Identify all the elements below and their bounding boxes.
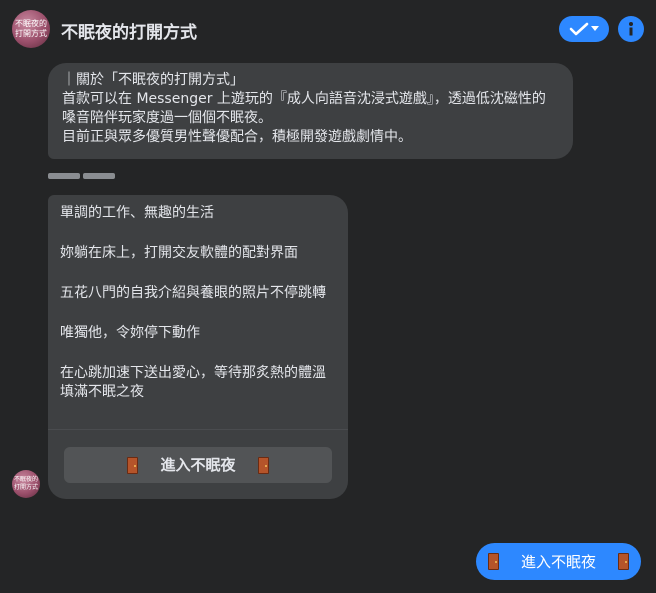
avatar-text-line1: 不眠夜的 xyxy=(13,476,38,483)
intro-message: ｜關於「不眠夜的打開方式」 首款可以在 Messenger 上遊玩的『成人向語音… xyxy=(48,63,573,159)
enter-button-label: 進入不眠夜 xyxy=(160,455,236,474)
sent-message-label: 進入不眠夜 xyxy=(520,553,596,571)
door-icon xyxy=(257,456,269,474)
avatar-text-line2: 打開方式 xyxy=(13,484,38,491)
avatar-text-line1: 不眠夜的 xyxy=(15,19,47,28)
info-icon xyxy=(629,22,633,36)
story-message: 單調的工作、無趣的生活 妳躺在床上，打開交友軟體的配對界面 五花八門的自我介紹與… xyxy=(48,195,348,499)
story-paragraph: 單調的工作、無趣的生活 xyxy=(60,205,214,221)
sent-message: 進入不眠夜 xyxy=(476,543,641,580)
page-title[interactable]: 不眠夜的打開方式 xyxy=(61,18,197,43)
divider xyxy=(48,429,348,430)
sender-avatar[interactable]: 不眠夜的 打開方式 xyxy=(12,470,40,498)
story-paragraph: 唯獨他，令妳停下動作 xyxy=(60,325,200,341)
intro-line2: 首款可以在 Messenger 上遊玩的『成人向語音沈浸式遊戲』，透過低沈磁性的… xyxy=(62,91,546,126)
story-paragraph: 五花八門的自我介紹與養眼的照片不停跳轉 xyxy=(60,285,326,301)
chat-header: 不眠夜的 打開方式 不眠夜的打開方式 xyxy=(0,0,656,58)
door-icon xyxy=(127,456,139,474)
story-paragraph: 在心跳加速下送出愛心，等待那炙熱的體溫填滿不眠之夜 xyxy=(60,365,326,400)
avatar-text-line2: 打開方式 xyxy=(15,29,47,38)
check-icon xyxy=(569,22,589,36)
story-text: 單調的工作、無趣的生活 妳躺在床上，打開交友軟體的配對界面 五花八門的自我介紹與… xyxy=(60,204,336,438)
intro-line3: 目前正與眾多優質男性聲優配合，積極開發遊戲劇情中。 xyxy=(62,129,412,145)
door-icon xyxy=(487,553,499,570)
door-icon xyxy=(618,553,629,570)
enter-button[interactable]: 進入不眠夜 xyxy=(64,447,332,483)
image-placeholder-bar xyxy=(83,173,115,179)
info-button[interactable] xyxy=(618,16,644,42)
story-paragraph: 妳躺在床上，打開交友軟體的配對界面 xyxy=(60,245,298,261)
chevron-down-icon xyxy=(591,26,599,31)
page-avatar[interactable]: 不眠夜的 打開方式 xyxy=(12,10,50,48)
image-placeholder xyxy=(48,173,115,179)
image-placeholder-bar xyxy=(48,173,80,179)
mark-done-button[interactable] xyxy=(559,16,609,42)
intro-line1: ｜關於「不眠夜的打開方式」 xyxy=(62,72,244,88)
